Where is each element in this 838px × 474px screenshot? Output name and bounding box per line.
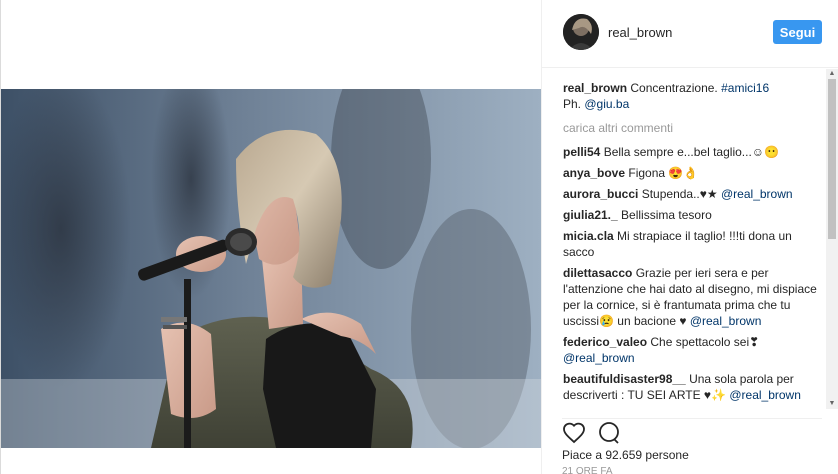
caption-username[interactable]: real_brown [563, 81, 627, 95]
comment-item: federico_valeo Che spettacolo sei❣ @real… [563, 334, 825, 366]
comment-mention[interactable]: @real_brown [729, 388, 801, 402]
comment-item: micia.cla Mi strapiace il taglio! !!!ti … [563, 228, 825, 260]
comment-username[interactable]: micia.cla [563, 229, 614, 243]
caption-text: Concentrazione. [630, 81, 718, 95]
comment-username[interactable]: anya_bove [563, 166, 625, 180]
follow-button[interactable]: Segui [773, 20, 822, 44]
load-more-comments-link[interactable]: carica altri commenti [563, 120, 825, 136]
comment-text: Stupenda..♥★ [641, 187, 718, 201]
heart-icon[interactable] [562, 421, 586, 445]
comment-username[interactable]: aurora_bucci [563, 187, 638, 201]
comment-text: Che spettacolo sei❣ [650, 335, 760, 349]
comment-username[interactable]: federico_valeo [563, 335, 647, 349]
comment-item: beautifuldisaster98__ Una sola parola pe… [563, 371, 825, 403]
post-timestamp: 21 ORE FA [562, 466, 613, 474]
comment-text: Figona 😍👌 [628, 166, 699, 180]
comment-mention[interactable]: @real_brown [690, 314, 762, 328]
comment-username[interactable]: pelli54 [563, 145, 600, 159]
post-caption: real_brown Concentrazione. #amici16 Ph. … [563, 80, 825, 112]
avatar[interactable] [563, 14, 599, 50]
comment-item: dilettasacco Grazie per ieri sera e per … [563, 265, 825, 329]
comment-text: Bellissima tesoro [621, 208, 712, 222]
post-details-pane: real_brown Segui real_brown Concentrazio… [541, 0, 838, 474]
comment-username[interactable]: giulia21._ [563, 208, 618, 222]
comments-section: real_brown Concentrazione. #amici16 Ph. … [563, 80, 825, 408]
comment-mention[interactable]: @real_brown [563, 351, 635, 365]
comment-item: giulia21._ Bellissima tesoro [563, 207, 825, 223]
post-photo-image [1, 89, 542, 448]
scrollbar-thumb[interactable] [828, 79, 836, 239]
comment-item: pelli54 Bella sempre e...bel taglio...☺😶 [563, 144, 825, 160]
post-author-username[interactable]: real_brown [608, 25, 672, 40]
caption-credit-prefix: Ph. [563, 97, 582, 111]
avatar-image [563, 14, 599, 50]
comment-item: anya_bove Figona 😍👌 [563, 165, 825, 181]
scroll-down-arrow-icon[interactable]: ▼ [826, 399, 838, 409]
comment-item: aurora_bucci Stupenda..♥★ @real_brown [563, 186, 825, 202]
post-photo[interactable] [1, 89, 542, 448]
scroll-up-arrow-icon[interactable]: ▲ [826, 69, 838, 79]
caption-hashtag[interactable]: #amici16 [721, 81, 769, 95]
comment-mention[interactable]: @real_brown [721, 187, 793, 201]
post-media-pane [0, 0, 542, 474]
comment-icon[interactable] [597, 421, 621, 445]
post-actions-bar [562, 418, 822, 445]
comment-username[interactable]: beautifuldisaster98__ [563, 372, 686, 386]
post-header: real_brown Segui [542, 0, 838, 68]
comment-text: Bella sempre e...bel taglio...☺😶 [603, 145, 779, 159]
comment-list: pelli54 Bella sempre e...bel taglio...☺😶… [563, 144, 825, 403]
comment-username[interactable]: dilettasacco [563, 266, 632, 280]
comments-scrollbar[interactable]: ▲ ▼ [826, 69, 838, 409]
caption-credit-handle[interactable]: @giu.ba [584, 97, 629, 111]
likes-count[interactable]: Piace a 92.659 persone [562, 448, 689, 462]
